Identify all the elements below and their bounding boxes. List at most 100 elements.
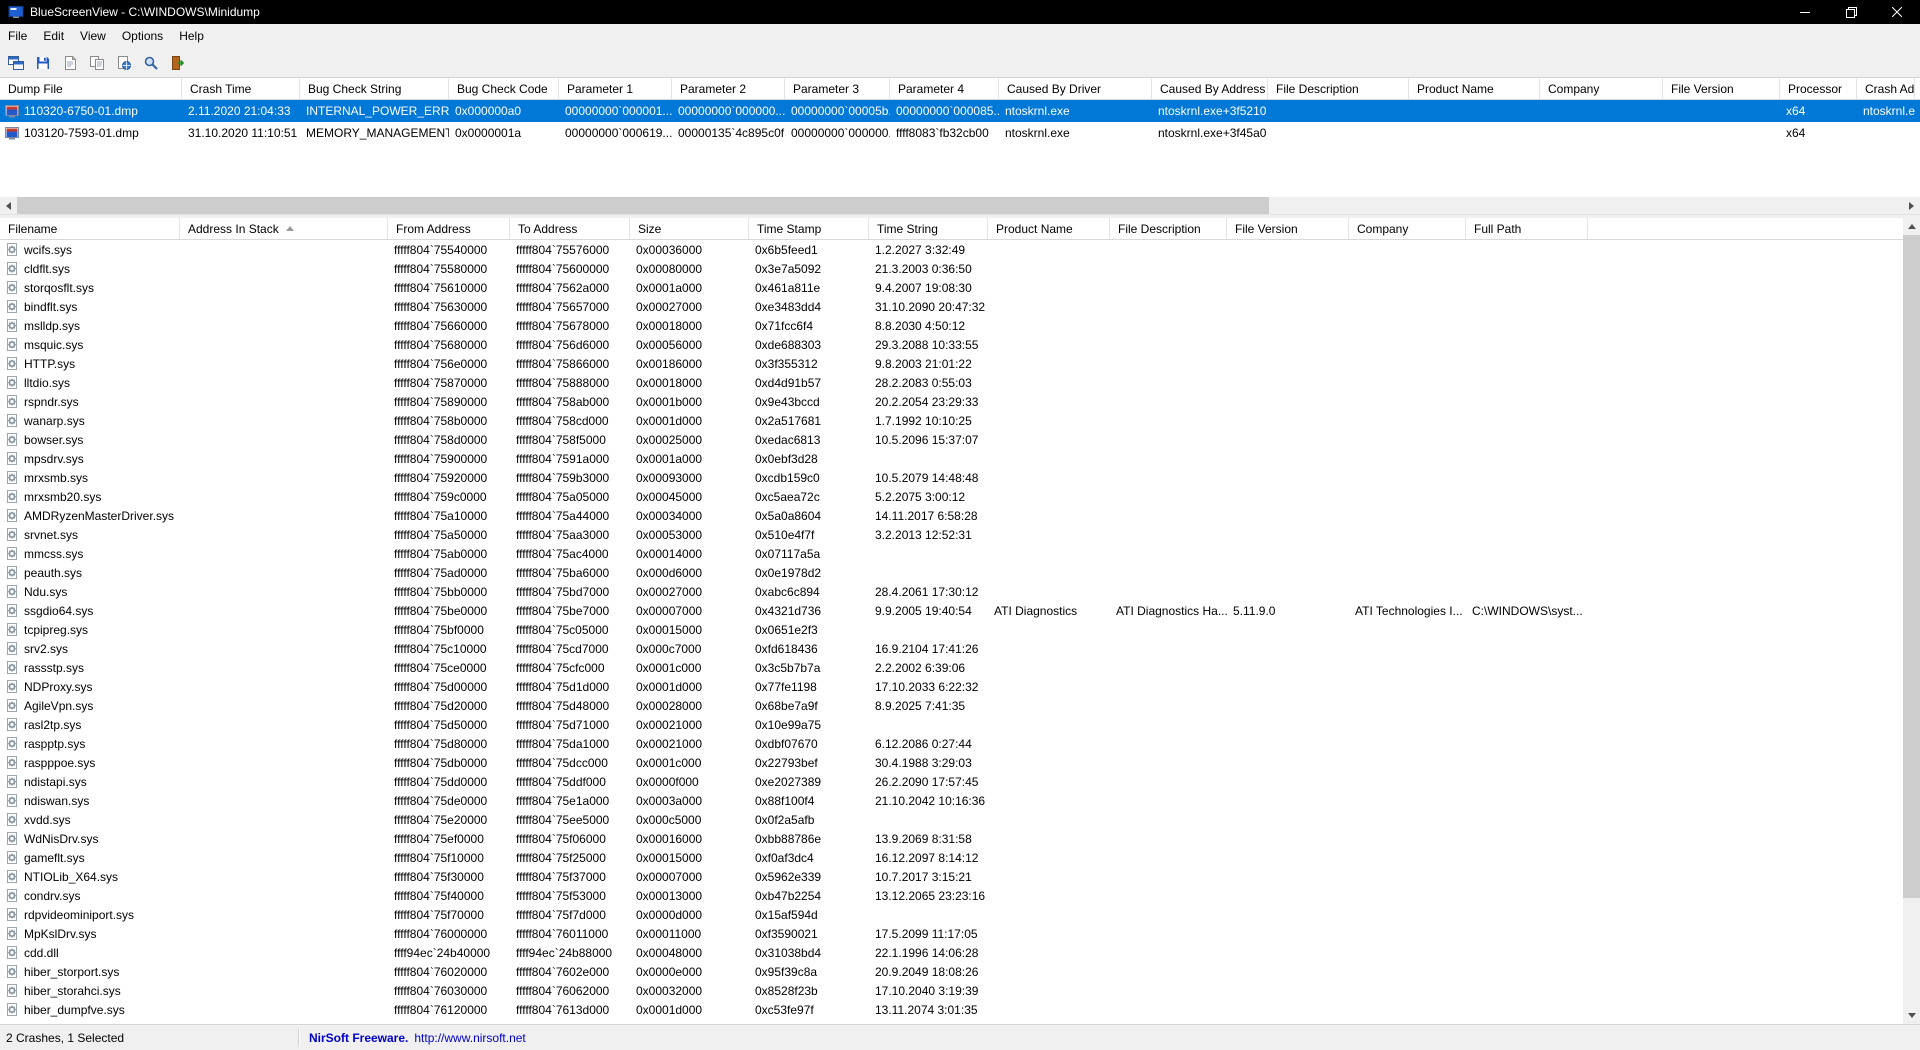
cell-filename: ndiswan.sys xyxy=(0,791,180,810)
table-row[interactable]: lltdio.sysfffff804`75870000fffff804`7588… xyxy=(0,373,1903,392)
hscroll-right-arrow[interactable] xyxy=(1903,197,1920,214)
column-header-product-name[interactable]: Product Name xyxy=(1409,78,1540,99)
table-row[interactable]: xvdd.sysfffff804`75e20000fffff804`75ee50… xyxy=(0,810,1903,829)
table-row[interactable]: ssgdio64.sysfffff804`75be0000fffff804`75… xyxy=(0,601,1903,620)
column-header-company[interactable]: Company xyxy=(1540,78,1663,99)
table-row[interactable]: 103120-7593-01.dmp31.10.2020 11:10:51MEM… xyxy=(0,122,1920,144)
html-report-button[interactable] xyxy=(112,51,136,75)
column-header-filename[interactable]: Filename xyxy=(0,218,180,239)
column-header-parameter-2[interactable]: Parameter 2 xyxy=(672,78,785,99)
cell-time-string: 10.7.2017 3:15:21 xyxy=(869,867,988,886)
table-row[interactable]: mrxsmb20.sysfffff804`759c0000fffff804`75… xyxy=(0,487,1903,506)
table-row[interactable]: tcpipreg.sysfffff804`75bf0000fffff804`75… xyxy=(0,620,1903,639)
table-row[interactable]: AgileVpn.sysfffff804`75d20000fffff804`75… xyxy=(0,696,1903,715)
table-row[interactable]: mrxsmb.sysfffff804`75920000fffff804`759b… xyxy=(0,468,1903,487)
save-button[interactable] xyxy=(31,51,55,75)
table-row[interactable]: cldflt.sysfffff804`75580000fffff804`7560… xyxy=(0,259,1903,278)
table-row[interactable]: hiber_dumpfve.sysfffff804`76120000fffff8… xyxy=(0,1000,1903,1019)
advanced-options-button[interactable] xyxy=(4,51,28,75)
table-row[interactable]: AMDRyzenMasterDriver.sysfffff804`75a1000… xyxy=(0,506,1903,525)
column-header-address-in-stack[interactable]: Address In Stack xyxy=(180,218,388,239)
table-row[interactable]: ndiswan.sysfffff804`75de0000fffff804`75e… xyxy=(0,791,1903,810)
cell-file-description xyxy=(1110,354,1227,373)
column-header-processor[interactable]: Processor xyxy=(1780,78,1857,99)
column-header-caused-by-address[interactable]: Caused By Address xyxy=(1152,78,1268,99)
maximize-button[interactable] xyxy=(1828,0,1874,24)
table-row[interactable]: mslldp.sysfffff804`75660000fffff804`7567… xyxy=(0,316,1903,335)
cell-full-path xyxy=(1466,563,1588,582)
table-row[interactable]: bindflt.sysfffff804`75630000fffff804`756… xyxy=(0,297,1903,316)
table-row[interactable]: 110320-6750-01.dmp2.11.2020 21:04:33INTE… xyxy=(0,100,1920,122)
column-header-file-description[interactable]: File Description xyxy=(1110,218,1227,239)
column-header-caused-by-driver[interactable]: Caused By Driver xyxy=(999,78,1152,99)
column-header-from-address[interactable]: From Address xyxy=(388,218,510,239)
table-row[interactable]: bowser.sysfffff804`758d0000fffff804`758f… xyxy=(0,430,1903,449)
column-header-parameter-3[interactable]: Parameter 3 xyxy=(785,78,890,99)
table-row[interactable]: ndistapi.sysfffff804`75dd0000fffff804`75… xyxy=(0,772,1903,791)
column-header-crash-ad[interactable]: Crash Ad... xyxy=(1857,78,1915,99)
column-header-company[interactable]: Company xyxy=(1349,218,1466,239)
table-row[interactable]: wanarp.sysfffff804`758b0000fffff804`758c… xyxy=(0,411,1903,430)
menu-file[interactable]: File xyxy=(0,24,35,48)
table-row[interactable]: HTTP.sysfffff804`756e0000fffff804`758660… xyxy=(0,354,1903,373)
column-header-file-description[interactable]: File Description xyxy=(1268,78,1409,99)
menu-view[interactable]: View xyxy=(72,24,114,48)
table-row[interactable]: raspptp.sysfffff804`75d80000fffff804`75d… xyxy=(0,734,1903,753)
table-row[interactable]: rspndr.sysfffff804`75890000fffff804`758a… xyxy=(0,392,1903,411)
table-row[interactable]: storqosflt.sysfffff804`75610000fffff804`… xyxy=(0,278,1903,297)
find-button[interactable] xyxy=(139,51,163,75)
close-button[interactable] xyxy=(1874,0,1920,24)
hscroll-thumb[interactable] xyxy=(17,197,1269,214)
column-header-size[interactable]: Size xyxy=(630,218,749,239)
vscroll-up-arrow[interactable] xyxy=(1903,218,1920,235)
lower-vertical-scrollbar[interactable] xyxy=(1903,218,1920,1024)
table-row[interactable]: gameflt.sysfffff804`75f10000fffff804`75f… xyxy=(0,848,1903,867)
table-row[interactable]: wcifs.sysfffff804`75540000fffff804`75576… xyxy=(0,240,1903,259)
exit-button[interactable] xyxy=(166,51,190,75)
column-header-bug-check-string[interactable]: Bug Check String xyxy=(300,78,449,99)
table-row[interactable]: msquic.sysfffff804`75680000fffff804`756d… xyxy=(0,335,1903,354)
menu-options[interactable]: Options xyxy=(114,24,171,48)
column-header-time-stamp[interactable]: Time Stamp xyxy=(749,218,869,239)
table-row[interactable]: mmcss.sysfffff804`75ab0000fffff804`75ac4… xyxy=(0,544,1903,563)
table-row[interactable]: srv2.sysfffff804`75c10000fffff804`75cd70… xyxy=(0,639,1903,658)
column-header-file-version[interactable]: File Version xyxy=(1227,218,1349,239)
vscroll-down-arrow[interactable] xyxy=(1903,1007,1920,1024)
hscroll-left-arrow[interactable] xyxy=(0,197,17,214)
table-row[interactable]: raspppoe.sysfffff804`75db0000fffff804`75… xyxy=(0,753,1903,772)
properties-button[interactable] xyxy=(58,51,82,75)
menu-help[interactable]: Help xyxy=(171,24,212,48)
minimize-button[interactable] xyxy=(1782,0,1828,24)
table-row[interactable]: NTIOLib_X64.sysfffff804`75f30000fffff804… xyxy=(0,867,1903,886)
status-nirsoft-link[interactable]: http://www.nirsoft.net xyxy=(414,1031,525,1045)
column-header-parameter-1[interactable]: Parameter 1 xyxy=(559,78,672,99)
table-row[interactable]: rasl2tp.sysfffff804`75d50000fffff804`75d… xyxy=(0,715,1903,734)
vscroll-thumb[interactable] xyxy=(1903,235,1920,898)
table-row[interactable]: condrv.sysfffff804`75f40000fffff804`75f5… xyxy=(0,886,1903,905)
table-row[interactable]: NDProxy.sysfffff804`75d00000fffff804`75d… xyxy=(0,677,1903,696)
cell-time-string: 17.5.2099 11:17:05 xyxy=(869,924,988,943)
column-header-dump-file[interactable]: Dump File xyxy=(0,78,182,99)
table-row[interactable]: cdd.dllffff94ec`24b40000ffff94ec`24b8800… xyxy=(0,943,1903,962)
table-row[interactable]: hiber_storport.sysfffff804`76020000fffff… xyxy=(0,962,1903,981)
table-row[interactable]: srvnet.sysfffff804`75a50000fffff804`75aa… xyxy=(0,525,1903,544)
table-row[interactable]: WdNisDrv.sysfffff804`75ef0000fffff804`75… xyxy=(0,829,1903,848)
table-row[interactable]: rassstp.sysfffff804`75ce0000fffff804`75c… xyxy=(0,658,1903,677)
table-row[interactable]: peauth.sysfffff804`75ad0000fffff804`75ba… xyxy=(0,563,1903,582)
column-header-to-address[interactable]: To Address xyxy=(510,218,630,239)
column-header-product-name[interactable]: Product Name xyxy=(988,218,1110,239)
column-header-time-string[interactable]: Time String xyxy=(869,218,988,239)
table-row[interactable]: mpsdrv.sysfffff804`75900000fffff804`7591… xyxy=(0,449,1903,468)
table-row[interactable]: Ndu.sysfffff804`75bb0000fffff804`75bd700… xyxy=(0,582,1903,601)
upper-horizontal-scrollbar[interactable] xyxy=(0,197,1920,214)
column-header-parameter-4[interactable]: Parameter 4 xyxy=(890,78,999,99)
column-header-bug-check-code[interactable]: Bug Check Code xyxy=(449,78,559,99)
column-header-crash-time[interactable]: Crash Time xyxy=(182,78,300,99)
menu-edit[interactable]: Edit xyxy=(35,24,72,48)
table-row[interactable]: MpKslDrv.sysfffff804`76000000fffff804`76… xyxy=(0,924,1903,943)
copy-button[interactable] xyxy=(85,51,109,75)
table-row[interactable]: rdpvideominiport.sysfffff804`75f70000fff… xyxy=(0,905,1903,924)
column-header-full-path[interactable]: Full Path xyxy=(1466,218,1588,239)
table-row[interactable]: hiber_storahci.sysfffff804`76030000fffff… xyxy=(0,981,1903,1000)
column-header-file-version[interactable]: File Version xyxy=(1663,78,1780,99)
